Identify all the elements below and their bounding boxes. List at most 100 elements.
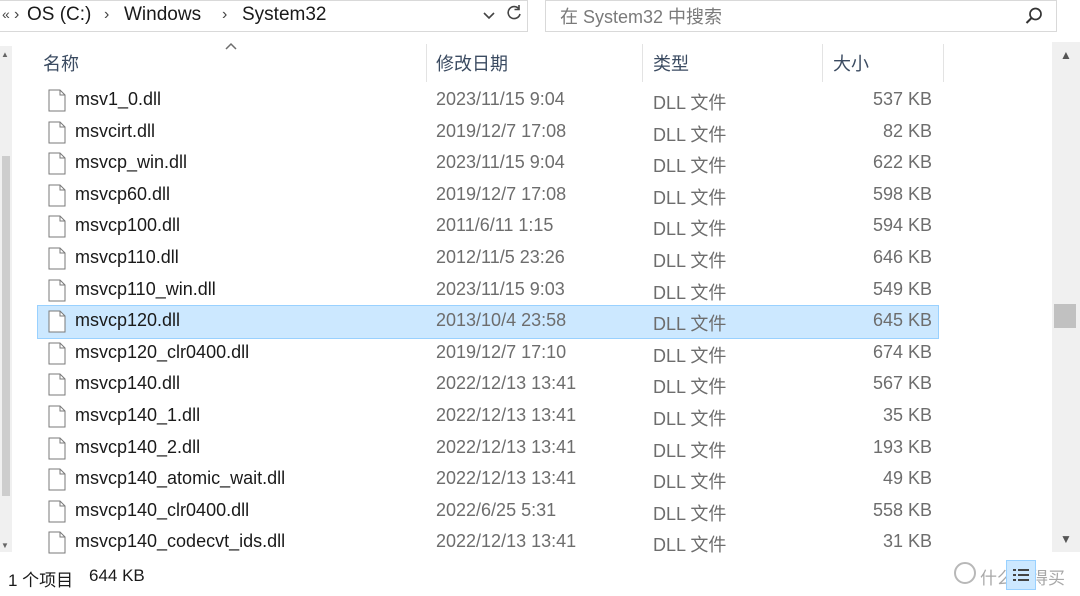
status-selection-size: 644 KB: [89, 566, 145, 585]
breadcrumb-separator[interactable]: ›: [14, 6, 19, 24]
dll-file-icon: [48, 405, 66, 428]
file-row[interactable]: msvcp140_2.dll 2022/12/13 13:41 DLL 文件 193 …: [38, 433, 938, 465]
file-size: 35 KB: [882, 404, 932, 425]
file-type: DLL 文件: [653, 345, 727, 366]
file-row[interactable]: msvcp60.dll 2019/12/7 17:08 DLL 文件 598 KB: [38, 180, 938, 212]
file-date-modified: 2022/12/13 13:41: [436, 436, 577, 457]
file-row[interactable]: msvcp110_win.dll 2023/11/15 9:03 DLL 文件 549…: [38, 275, 938, 307]
file-size: 537 KB: [872, 89, 932, 109]
file-name: msvcp_win.dll: [75, 152, 188, 173]
file-date-modified: 2022/12/13 13:41: [436, 468, 577, 489]
file-type: DLL 文件: [653, 124, 727, 145]
file-date-modified: 2012/11/5 23:26: [436, 246, 565, 267]
column-divider[interactable]: [943, 44, 944, 82]
column-header-row: 名称 修改日期 类型 大小: [30, 42, 1050, 84]
file-name: msvcp140_clr0400.dll: [75, 499, 250, 520]
column-divider[interactable]: [426, 44, 427, 82]
file-row[interactable]: msvcp120.dll 2013/10/4 23:58 DLL 文件 645 KB: [37, 305, 939, 339]
breadcrumb-system32[interactable]: System32: [242, 4, 326, 26]
breadcrumb-windows[interactable]: Windows: [124, 4, 201, 26]
scroll-up-arrow-icon[interactable]: ▲: [1, 50, 9, 59]
file-date-modified: 2019/12/7 17:08: [436, 120, 567, 141]
address-bar-row: « › OS (C:) › Windows › System32: [0, 0, 1080, 34]
file-date-modified: 2022/12/13 13:41: [436, 531, 577, 552]
dll-file-icon: [48, 184, 66, 207]
breadcrumb-separator[interactable]: ›: [104, 6, 109, 24]
file-row[interactable]: msvcp140_codecvt_ids.dll 2022/12/13 13:41…: [38, 527, 938, 559]
dll-file-icon: [48, 247, 66, 270]
file-size: 31 KB: [882, 531, 932, 552]
breadcrumb-separator[interactable]: ›: [222, 6, 227, 24]
file-size: 49 KB: [882, 468, 932, 489]
file-list-scrollbar[interactable]: ▲ ▼: [1052, 42, 1080, 552]
file-date-modified: 2019/12/7 17:10: [436, 341, 567, 362]
file-row[interactable]: msvcp140_clr0400.dll 2022/6/25 5:31 DLL 文件…: [38, 496, 938, 528]
file-type: DLL 文件: [653, 156, 727, 177]
file-size: 674 KB: [872, 341, 932, 362]
file-name: msvcp60.dll: [75, 183, 171, 204]
scroll-down-arrow-icon[interactable]: ▼: [1060, 532, 1072, 546]
details-view-icon[interactable]: [1006, 560, 1036, 590]
navigation-pane-scrollbar[interactable]: ▲ ▼: [0, 46, 12, 552]
file-type: DLL 文件: [653, 472, 727, 493]
file-type: DLL 文件: [653, 535, 727, 556]
file-name: msvcp140_1.dll: [75, 404, 201, 425]
file-row[interactable]: msvcp_win.dll 2023/11/15 9:04 DLL 文件 622 KB: [38, 148, 938, 180]
file-name: msvcp140.dll: [75, 373, 181, 394]
scrollbar-thumb[interactable]: [1054, 304, 1076, 328]
breadcrumb-overflow-icon[interactable]: «: [2, 6, 10, 22]
column-header-date[interactable]: 修改日期: [436, 42, 508, 84]
dll-file-icon: [48, 89, 66, 112]
dll-file-icon: [48, 531, 66, 554]
file-row[interactable]: msvcp140_1.dll 2022/12/13 13:41 DLL 文件 35 K…: [38, 401, 938, 433]
dll-file-icon: [48, 468, 66, 491]
search-icon[interactable]: [1024, 6, 1044, 26]
file-row[interactable]: msvcp120_clr0400.dll 2019/12/7 17:10 DLL 文…: [38, 338, 938, 370]
file-list: msv1_0.dll 2023/11/15 9:04 DLL 文件 537 KB msv…: [37, 85, 939, 559]
file-size: 598 KB: [872, 183, 932, 204]
file-date-modified: 2022/12/13 13:41: [436, 404, 577, 425]
column-divider[interactable]: [822, 44, 823, 82]
file-name: msvcp140_atomic_wait.dll: [75, 468, 286, 489]
file-type: DLL 文件: [653, 408, 727, 429]
breadcrumb-os-c[interactable]: OS (C:): [27, 4, 91, 26]
file-name: msvcp110_win.dll: [75, 278, 216, 299]
file-row[interactable]: msvcp110.dll 2012/11/5 23:26 DLL 文件 646 KB: [38, 243, 938, 275]
dll-file-icon: [48, 279, 66, 302]
file-name: msvcp100.dll: [75, 215, 181, 236]
file-type: DLL 文件: [653, 250, 727, 271]
file-row[interactable]: msvcp100.dll 2011/6/11 1:15 DLL 文件 594 KB: [38, 211, 938, 243]
file-type: DLL 文件: [653, 282, 727, 303]
search-box[interactable]: [545, 0, 1057, 32]
file-size: 645 KB: [872, 310, 932, 331]
dll-file-icon: [48, 373, 66, 396]
chevron-down-icon[interactable]: [478, 5, 500, 27]
column-header-type[interactable]: 类型: [653, 42, 689, 84]
scroll-down-arrow-icon[interactable]: ▼: [1, 541, 9, 550]
column-header-name[interactable]: 名称: [43, 42, 79, 84]
status-item-count: 1 个项目: [8, 571, 74, 590]
file-size: 646 KB: [872, 246, 932, 267]
file-date-modified: 2023/11/15 9:04: [436, 152, 565, 173]
file-date-modified: 2023/11/15 9:04: [436, 89, 565, 109]
file-row[interactable]: msvcp140.dll 2022/12/13 13:41 DLL 文件 567 KB: [38, 369, 938, 401]
dll-file-icon: [48, 121, 66, 144]
file-size: 549 KB: [872, 278, 932, 299]
column-header-size[interactable]: 大小: [833, 42, 869, 84]
file-size: 82 KB: [882, 120, 932, 141]
scroll-up-arrow-icon[interactable]: ▲: [1060, 48, 1072, 62]
file-date-modified: 2013/10/4 23:58: [436, 310, 567, 331]
file-name: msv1_0.dll: [75, 89, 162, 109]
refresh-icon[interactable]: [502, 3, 526, 29]
file-row[interactable]: msvcp140_atomic_wait.dll 2022/12/13 13:41…: [38, 464, 938, 496]
file-row[interactable]: msvcirt.dll 2019/12/7 17:08 DLL 文件 82 KB: [38, 117, 938, 149]
column-divider[interactable]: [642, 44, 643, 82]
address-bar[interactable]: « › OS (C:) › Windows › System32: [0, 0, 528, 32]
scrollbar-thumb[interactable]: [2, 156, 10, 496]
file-name: msvcp120.dll: [75, 310, 181, 331]
dll-file-icon: [48, 500, 66, 523]
file-date-modified: 2022/12/13 13:41: [436, 373, 577, 394]
file-row[interactable]: msv1_0.dll 2023/11/15 9:04 DLL 文件 537 KB: [38, 85, 938, 117]
file-type: DLL 文件: [653, 503, 727, 524]
search-input[interactable]: [558, 4, 1002, 30]
